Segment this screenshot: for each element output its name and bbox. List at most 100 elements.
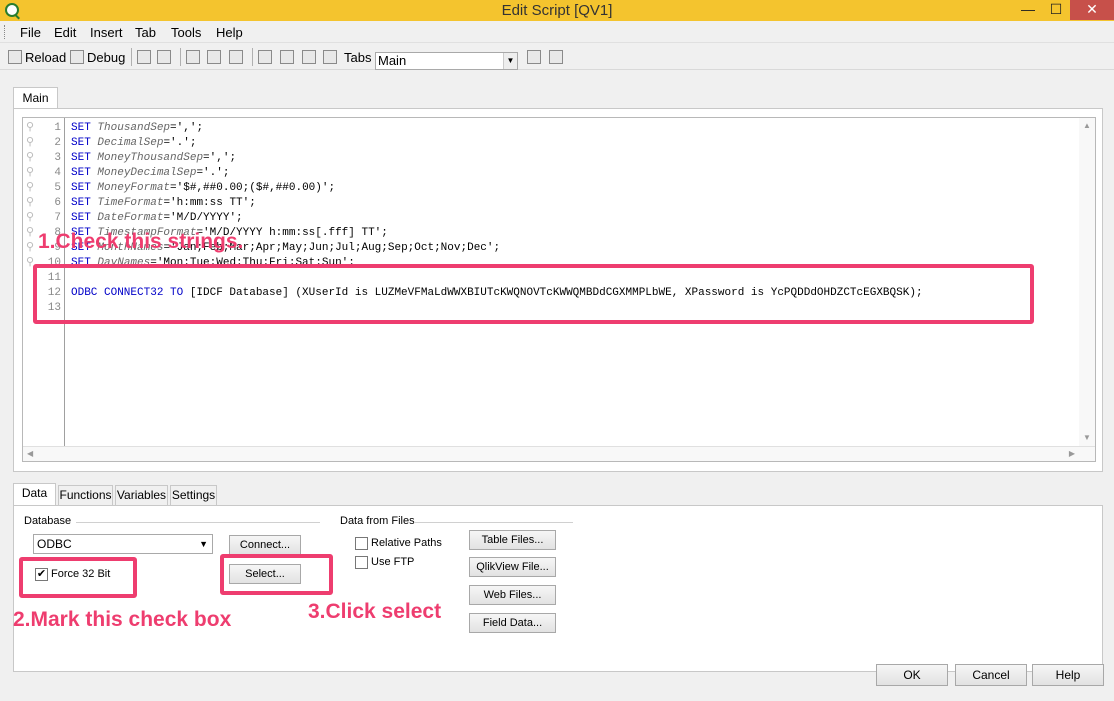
tab-left-button[interactable] — [302, 48, 319, 66]
data-panel — [13, 505, 1103, 672]
find-button[interactable] — [258, 48, 275, 66]
qlikview-file-button[interactable]: QlikView File... — [469, 557, 556, 577]
line-number: 3 — [54, 152, 61, 164]
field-data-button[interactable]: Field Data... — [469, 613, 556, 633]
bookmark-pin-icon: ⚲ — [26, 182, 35, 194]
print-button[interactable] — [157, 48, 174, 66]
copy-icon — [207, 50, 221, 64]
menu-bar: File Edit Insert Tab Tools Help — [0, 21, 1114, 43]
paste-button[interactable] — [229, 48, 246, 66]
keyword: SET — [71, 167, 91, 179]
debug-button[interactable]: Debug — [70, 48, 125, 66]
web-files-button[interactable]: Web Files... — [469, 585, 556, 605]
menu-grip — [4, 25, 7, 39]
scroll-left-icon[interactable]: ◀ — [27, 449, 33, 458]
highlight-force32 — [19, 557, 137, 598]
cut-button[interactable] — [186, 48, 203, 66]
tab-right-button[interactable] — [323, 48, 340, 66]
tab-main[interactable]: Main — [13, 87, 58, 109]
arrow-left-icon — [302, 50, 316, 64]
paste-icon — [229, 50, 243, 64]
database-dropdown-value: ODBC — [37, 537, 72, 551]
files-group-label: Data from Files — [340, 515, 415, 527]
code-line[interactable]: ⚲ 5 SET MoneyFormat='$#,##0.00;($#,##0.00)… — [23, 181, 1063, 196]
folder-icon — [280, 50, 294, 64]
variable-name: MoneyDecimalSep — [97, 167, 197, 179]
scroll-right-icon[interactable]: ▶ — [1069, 449, 1075, 458]
menu-file[interactable]: File — [20, 25, 41, 40]
use-ftp-label: Use FTP — [371, 556, 415, 568]
tab-variables[interactable]: Variables — [115, 485, 168, 505]
variable-name: MoneyThousandSep — [97, 152, 204, 164]
reload-button[interactable]: Reload — [8, 48, 66, 66]
value: ='h:mm:ss TT'; — [163, 197, 256, 209]
files-divider — [415, 522, 573, 523]
code-line[interactable]: ⚲ 3 SET MoneyThousandSep=','; — [23, 151, 1063, 166]
keyword: SET — [71, 182, 91, 194]
tab-settings[interactable]: Settings — [170, 485, 217, 505]
cancel-button[interactable]: Cancel — [955, 664, 1027, 686]
scroll-up-icon[interactable]: ▲ — [1083, 121, 1091, 130]
vertical-scrollbar[interactable]: ▲ ▼ — [1079, 118, 1095, 448]
variable-name: TimeFormat — [97, 197, 164, 209]
bookmark-pin-icon: ⚲ — [26, 242, 35, 254]
code-text: SET TimeFormat='h:mm:ss TT'; — [71, 196, 256, 211]
menu-help[interactable]: Help — [216, 25, 243, 40]
code-line[interactable]: ⚲ 7 SET DateFormat='M/D/YYYY'; — [23, 211, 1063, 226]
annotation-1: 1.Check this strings. — [38, 230, 244, 253]
horizontal-scrollbar[interactable]: ◀ ▶ — [23, 446, 1095, 461]
database-dropdown[interactable]: ODBC ▼ — [33, 534, 213, 554]
bookmark-pin-icon: ⚲ — [26, 197, 35, 209]
tab-functions[interactable]: Functions — [58, 485, 113, 505]
code-line[interactable]: ⚲ 4 SET MoneyDecimalSep='.'; — [23, 166, 1063, 181]
code-line[interactable]: ⚲ 1 SET ThousandSep=','; — [23, 121, 1063, 136]
highlight-connect-string — [33, 264, 1034, 324]
table-files-button[interactable]: Table Files... — [469, 530, 556, 550]
line-number: 5 — [54, 182, 61, 194]
copy-button[interactable] — [207, 48, 224, 66]
toolbar-separator — [252, 48, 253, 66]
code-line[interactable]: ⚲ 2 SET DecimalSep='.'; — [23, 136, 1063, 151]
debug-icon — [70, 50, 84, 64]
code-line[interactable]: ⚲ 6 SET TimeFormat='h:mm:ss TT'; — [23, 196, 1063, 211]
save-button[interactable] — [137, 48, 154, 66]
keyword: SET — [71, 197, 91, 209]
database-group-label: Database — [24, 515, 72, 527]
print-icon — [157, 50, 171, 64]
line-number: 7 — [54, 212, 61, 224]
maximize-button[interactable]: ☐ — [1042, 0, 1070, 20]
value: ='M/D/YYYY'; — [163, 212, 243, 224]
chevron-down-icon[interactable]: ▼ — [503, 53, 517, 69]
syntax-check-button[interactable] — [549, 48, 566, 66]
value: =','; — [170, 122, 204, 134]
menu-tools[interactable]: Tools — [171, 25, 201, 40]
code-text: SET DateFormat='M/D/YYYY'; — [71, 211, 243, 226]
tabs-dropdown[interactable]: Main ▼ — [375, 52, 518, 70]
menu-insert[interactable]: Insert — [90, 25, 123, 40]
tabs-label: Tabs — [344, 49, 372, 65]
help-button[interactable]: Help — [1032, 664, 1104, 686]
bookmark-pin-icon: ⚲ — [26, 167, 35, 179]
ok-button[interactable]: OK — [876, 664, 948, 686]
bookmark-pin-icon: ⚲ — [26, 227, 35, 239]
new-tab-button[interactable] — [280, 48, 297, 66]
connect-button[interactable]: Connect... — [229, 535, 301, 555]
use-ftp-checkbox[interactable] — [355, 556, 368, 569]
chevron-down-icon: ▼ — [199, 539, 208, 549]
save-icon — [137, 50, 151, 64]
code-text: SET MoneyThousandSep=','; — [71, 151, 236, 166]
menu-edit[interactable]: Edit — [54, 25, 76, 40]
relative-paths-checkbox[interactable] — [355, 537, 368, 550]
search-icon — [258, 50, 272, 64]
menu-tab[interactable]: Tab — [135, 25, 156, 40]
tab-data[interactable]: Data — [13, 483, 56, 505]
keyword: SET — [71, 212, 91, 224]
line-number: 6 — [54, 197, 61, 209]
close-button[interactable]: ✕ — [1070, 0, 1114, 20]
scroll-down-icon[interactable]: ▼ — [1083, 433, 1091, 442]
minimize-button[interactable]: — — [1014, 0, 1042, 20]
bookmark-pin-icon: ⚲ — [26, 122, 35, 134]
line-number: 1 — [54, 122, 61, 134]
reload-icon — [8, 50, 22, 64]
expand-button[interactable] — [527, 48, 544, 66]
